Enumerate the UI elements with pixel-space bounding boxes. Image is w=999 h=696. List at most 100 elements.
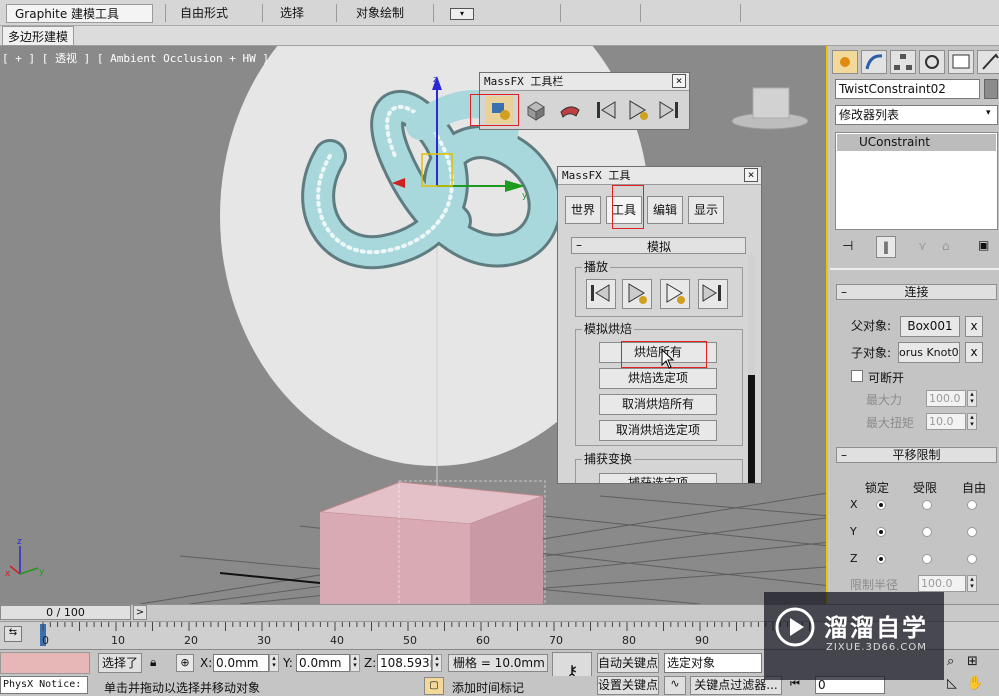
ruler-ticks [42,622,810,631]
zoom-all-icon[interactable]: ⊞ [967,654,978,669]
tick-label: 60 [476,634,490,647]
time-tag-icon[interactable]: ▢ [424,677,444,695]
maxscript-output[interactable]: PhysX Notice: [0,676,88,694]
massfx-toolbar-titlebar[interactable]: MassFX 工具栏 × [480,73,689,91]
z-locked-radio[interactable] [876,554,886,564]
play-no-anim-icon [666,283,685,304]
key-selection-dropdown[interactable]: 选定对象 [664,653,762,673]
col-header-free: 自由 [962,481,987,495]
clear-parent-button[interactable]: x [965,316,983,337]
reset-simulation-button[interactable] [586,279,616,309]
modify-panel-icon[interactable] [861,50,887,74]
start-simulation-button[interactable] [622,279,652,309]
start-simulation-icon[interactable] [624,96,652,124]
auto-key-button[interactable]: 自动关键点 [597,653,659,673]
max-torque-spinner-arrows[interactable]: ▴ ▾ [967,413,977,430]
next-frame-button[interactable]: > [133,605,147,620]
ribbon-tab-selection[interactable]: 选择 [272,4,312,23]
bake-selected-button[interactable]: 烘焙选定项 [599,368,717,389]
max-force-spinner[interactable]: 100.0 [926,390,966,407]
modifier-list-dropdown[interactable]: 修改器列表 [835,105,998,125]
clear-child-button[interactable]: x [965,342,983,363]
breakable-checkbox[interactable] [851,370,863,382]
massfx-tools-titlebar[interactable]: MassFX 工具 × [558,167,761,185]
zoom-icon[interactable]: ⌕ [947,654,954,669]
massfx-tools-close-button[interactable]: × [744,168,758,182]
limit-radius-spinner-arrows[interactable]: ▴ ▾ [967,575,977,592]
y-limited-radio[interactable] [922,527,932,537]
rollout-translation-limits[interactable]: – 平移限制 [836,447,997,463]
utilities-panel-icon[interactable] [977,50,999,74]
viewcube[interactable] [731,87,809,130]
x-coord-field[interactable]: 0.0mm [213,654,269,672]
create-panel-icon[interactable] [832,50,858,74]
step-simulation-icon[interactable] [656,96,684,124]
tripod-z-label: z [17,537,22,547]
absolute-mode-icon[interactable]: ⊕ [176,654,194,672]
ribbon-subtab-polygon-modeling[interactable]: 多边形建模 [2,26,75,46]
show-end-result-icon[interactable]: ‖ [876,236,896,258]
massfx-toolbar-close-button[interactable]: × [672,74,686,88]
y-coord-field[interactable]: 0.0mm [296,654,350,672]
make-unique-icon[interactable]: ⋎ [918,239,927,253]
z-coord-field[interactable]: 108.593mr [377,654,432,672]
key-filter-curve-icon[interactable]: ∿ [664,676,686,695]
pan-icon[interactable]: ✋ [967,676,983,691]
cloth-icon[interactable] [556,96,584,124]
tab-edit[interactable]: 编辑 [647,196,683,224]
tab-world[interactable]: 世界 [565,196,601,224]
ribbon-options-dropdown-icon[interactable]: ▾ [450,8,474,20]
rigid-body-icon[interactable] [522,96,550,124]
limit-radius-spinner[interactable]: 100.0 [918,575,966,592]
maxscript-listener-mini[interactable] [0,652,90,674]
start-no-animation-button[interactable] [660,279,690,309]
stack-item-uconstraint[interactable]: UConstraint [837,134,996,151]
z-spinner-arrows[interactable]: ▴ ▾ [432,654,442,672]
step-simulation-button[interactable] [698,279,728,309]
max-torque-spinner[interactable]: 10.0 [926,413,966,430]
watermark-brand: 溜溜自学 [824,614,928,642]
watermark-url: ZIXUE.3D66.COM [826,642,927,653]
object-color-swatch[interactable] [984,79,998,99]
x-free-radio[interactable] [967,500,977,510]
x-spinner-arrows[interactable]: ▴ ▾ [269,654,279,672]
rollout-simulation[interactable]: – 模拟 [571,237,746,254]
unbake-all-button[interactable]: 取消烘焙所有 [599,394,717,415]
add-time-tag[interactable]: 添加时间标记 [452,679,524,696]
hierarchy-panel-icon[interactable] [890,50,916,74]
modifier-stack[interactable]: UConstraint [835,132,998,230]
ribbon-tab-graphite[interactable]: Graphite 建模工具 [6,4,153,23]
z-limited-radio[interactable] [922,554,932,564]
x-locked-radio[interactable] [876,500,886,510]
parent-object-button[interactable]: Box001 [900,316,960,337]
reset-simulation-icon[interactable] [592,96,620,124]
reset-icon [591,284,610,302]
scrollbar-thumb[interactable] [748,375,755,483]
display-panel-icon[interactable] [948,50,974,74]
child-object-button[interactable]: orus Knot00 [898,342,960,363]
dialog-scrollbar[interactable] [748,255,755,483]
set-key-button[interactable]: 设置关键点 [597,676,659,695]
remove-modifier-icon[interactable]: ⌂ [942,239,950,253]
tab-display[interactable]: 显示 [688,196,724,224]
rollout-connect[interactable]: – 连接 [836,284,997,300]
ribbon-tab-object-paint[interactable]: 对象绘制 [348,4,412,23]
pin-stack-icon[interactable]: ⊣ [842,239,853,254]
capture-selected-button[interactable]: 捕获选定项 [599,473,717,483]
curve-editor-icon[interactable]: ⇆ [4,626,22,642]
ribbon-tab-freeform[interactable]: 自由形式 [172,4,236,23]
unbake-selected-button[interactable]: 取消烘焙选定项 [599,420,717,441]
motion-panel-icon[interactable] [919,50,945,74]
lock-selection-icon[interactable]: 🔒︎ [150,655,156,670]
time-slider-thumb[interactable]: 0 / 100 [0,605,131,620]
x-limited-radio[interactable] [922,500,932,510]
y-free-radio[interactable] [967,527,977,537]
max-force-spinner-arrows[interactable]: ▴ ▾ [967,390,977,407]
y-locked-radio[interactable] [876,527,886,537]
configure-sets-icon[interactable]: ▣ [978,238,989,252]
y-spinner-arrows[interactable]: ▴ ▾ [350,654,360,672]
field-of-view-icon[interactable]: ◺ [947,676,957,691]
viewport-label[interactable]: [ + ] [ 透视 ] [ Ambient Occlusion + HW ] [2,50,269,66]
z-free-radio[interactable] [967,554,977,564]
object-name-field[interactable]: TwistConstraint02 [835,79,980,99]
